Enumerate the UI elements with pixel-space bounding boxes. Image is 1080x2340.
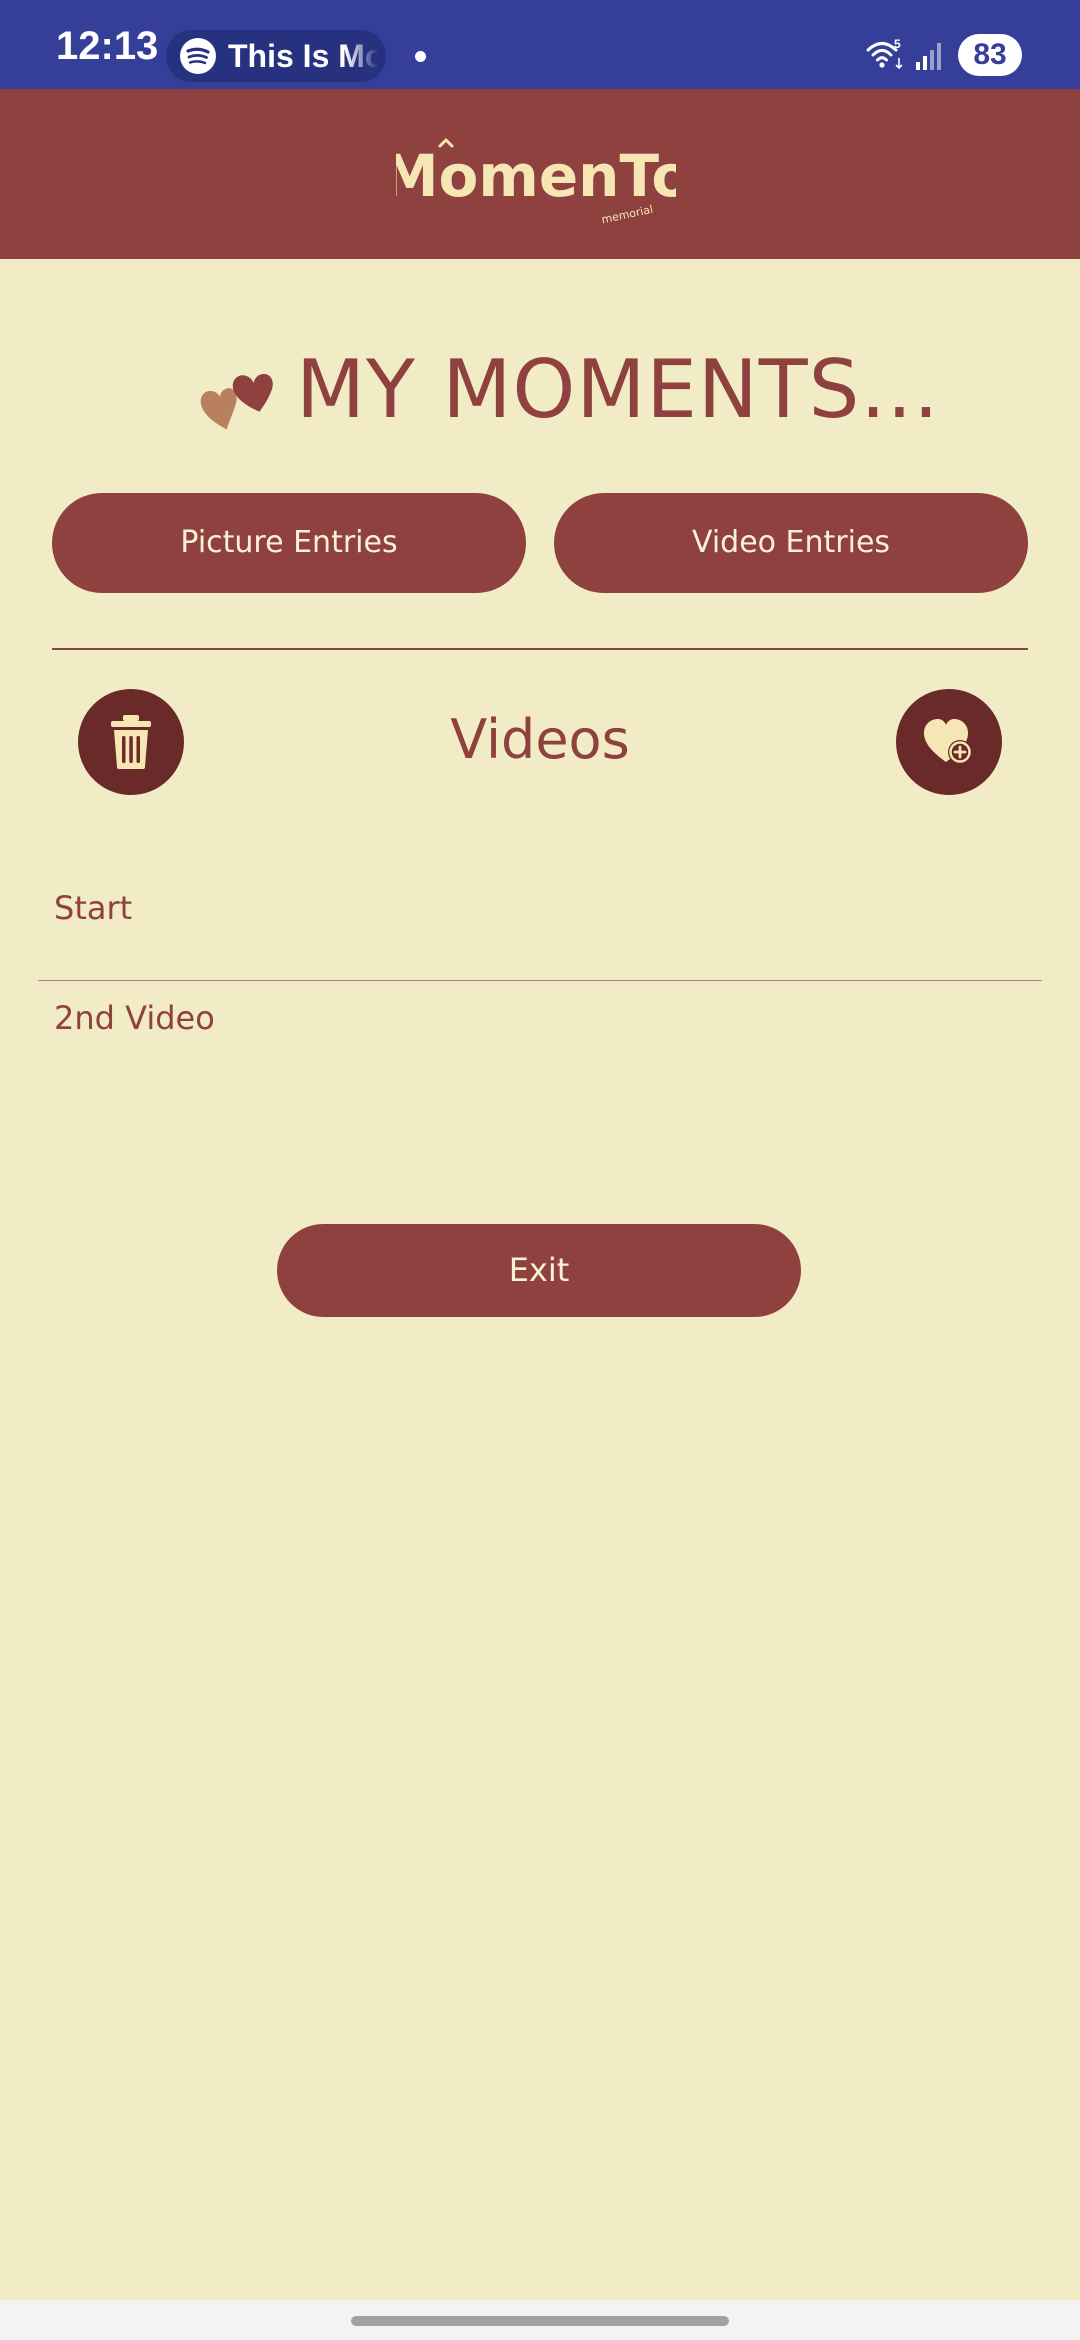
video-item-label: Start bbox=[54, 889, 133, 927]
spotify-icon bbox=[180, 38, 216, 74]
section-divider bbox=[52, 648, 1028, 650]
trash-icon bbox=[111, 715, 151, 769]
signal-icon bbox=[916, 43, 941, 70]
media-notification-pill[interactable]: This Is Mo bbox=[166, 30, 386, 82]
section-title: Videos bbox=[450, 708, 630, 771]
navigation-bar bbox=[0, 2300, 1080, 2340]
media-title: This Is Mo bbox=[228, 38, 378, 74]
exit-button[interactable]: Exit bbox=[277, 1224, 801, 1317]
delete-button[interactable] bbox=[78, 689, 184, 795]
heart-plus-icon bbox=[924, 719, 972, 764]
picture-entries-button[interactable]: Picture Entries bbox=[52, 493, 526, 593]
list-divider bbox=[38, 980, 1042, 981]
status-bar: 12:13 This Is Mo 5 83 bbox=[0, 0, 1080, 89]
wifi-badge: 5 bbox=[894, 38, 901, 51]
add-video-button[interactable] bbox=[896, 689, 1002, 795]
notification-dot bbox=[415, 51, 426, 62]
page-title: MY MOMENTS... bbox=[296, 343, 940, 436]
video-list-item[interactable]: 2nd Video bbox=[38, 998, 1042, 1088]
hearts-icon bbox=[200, 374, 273, 430]
status-time: 12:13 bbox=[56, 24, 159, 68]
logo-text: MomenTo bbox=[396, 142, 676, 210]
page-title-row: MY MOMENTS... bbox=[0, 340, 1080, 440]
app-logo: MomenTo memorial bbox=[396, 138, 676, 226]
wifi-icon: 5 bbox=[866, 38, 903, 70]
video-item-label: 2nd Video bbox=[54, 999, 215, 1037]
home-indicator[interactable] bbox=[351, 2316, 729, 2326]
video-list-item[interactable]: Start bbox=[38, 888, 1042, 978]
battery-indicator: 83 bbox=[958, 34, 1022, 76]
video-entries-button[interactable]: Video Entries bbox=[554, 493, 1028, 593]
